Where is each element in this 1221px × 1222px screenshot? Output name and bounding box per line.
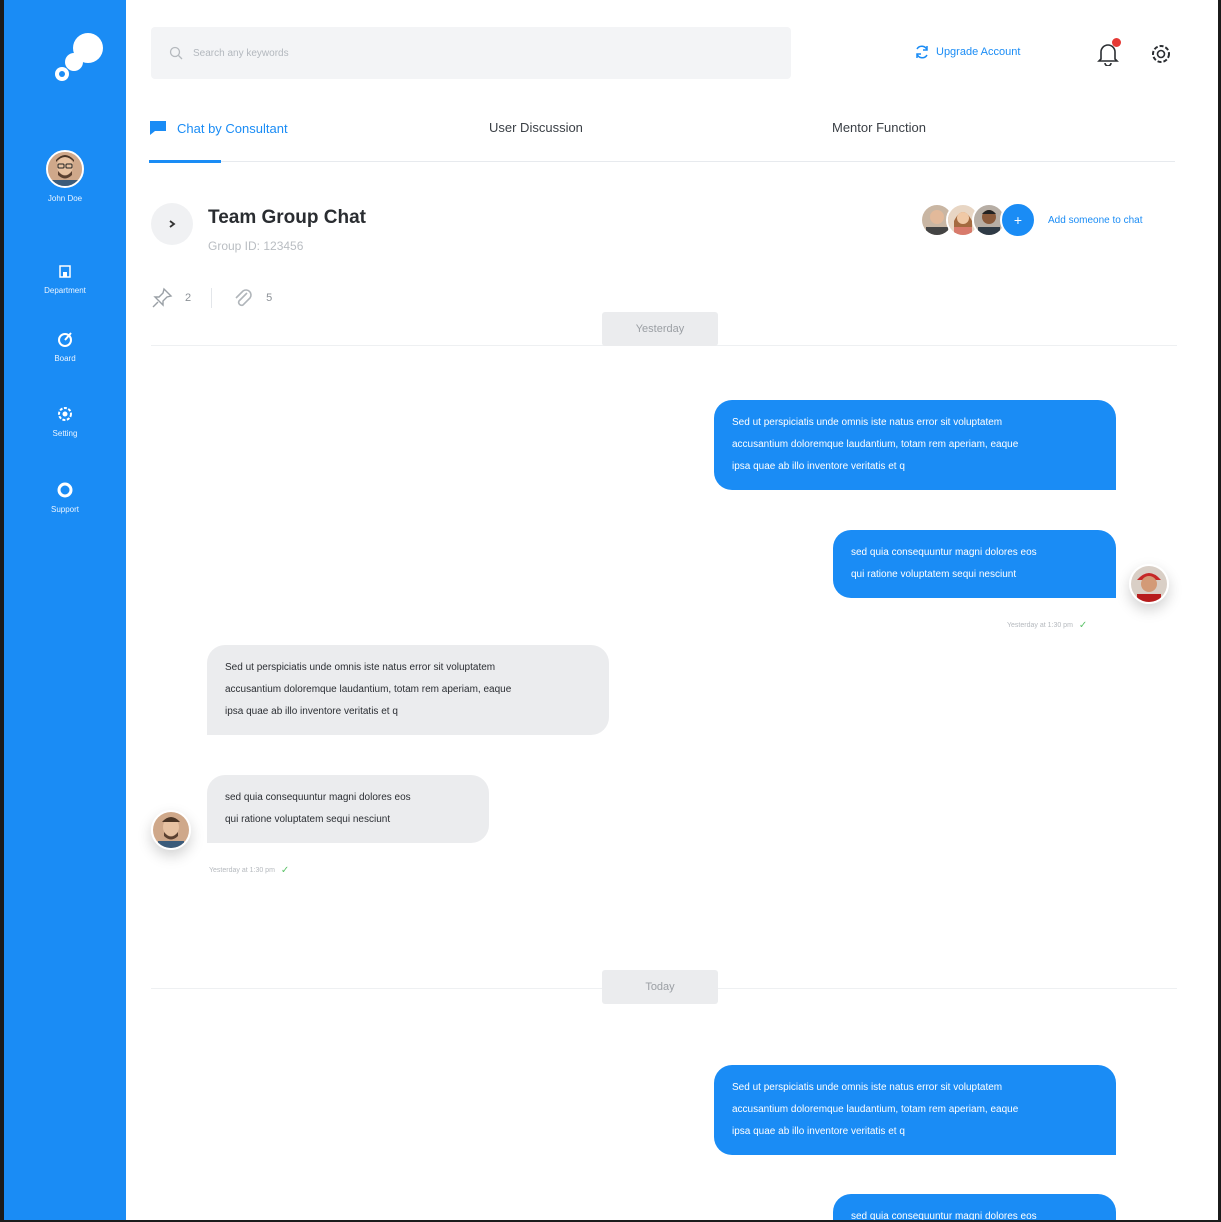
sidebar-item-department[interactable]: Department — [4, 262, 126, 295]
tab-label: Chat by Consultant — [177, 120, 288, 136]
message-line: accusantium doloremque laudantium, totam… — [732, 1104, 1019, 1115]
tab-mentor-function[interactable]: Mentor Function — [832, 120, 926, 135]
message-bubble-outgoing[interactable]: sed quia consequuntur magni dolores eos … — [833, 530, 1116, 598]
search-input[interactable] — [193, 41, 753, 65]
message-line: sed quia consequuntur magni dolores eos — [851, 1211, 1037, 1220]
active-tab-indicator — [149, 160, 221, 163]
paperclip-icon[interactable] — [232, 287, 254, 309]
avatar[interactable] — [46, 150, 84, 188]
building-icon — [59, 265, 71, 278]
expand-button[interactable] — [151, 203, 193, 245]
support-icon — [57, 482, 73, 498]
sidebar-item-board[interactable]: Board — [4, 330, 126, 363]
message-timestamp: Yesterday at 1:30 pm ✓ — [209, 865, 290, 876]
message-line: qui ratione voluptatem sequi nesciunt — [225, 814, 391, 825]
message-line: ipsa quae ab illo inventore veritatis et… — [732, 461, 905, 472]
tab-chat-by-consultant[interactable]: Chat by Consultant — [149, 120, 288, 136]
sidebar-item-support[interactable]: Support — [4, 481, 126, 514]
message-line: ipsa quae ab illo inventore veritatis et… — [732, 1126, 905, 1137]
message-line: accusantium doloremque laudantium, totam… — [732, 439, 1019, 450]
message-bubble-incoming[interactable]: sed quia consequuntur magni dolores eos … — [207, 775, 489, 843]
sidebar-item-label: Department — [44, 286, 86, 295]
message-line: Sed ut perspiciatis unde omnis iste natu… — [732, 417, 1003, 428]
message-line: Sed ut perspiciatis unde omnis iste natu… — [225, 662, 496, 673]
read-check-icon: ✓ — [280, 865, 290, 876]
message-bubble-outgoing[interactable]: Sed ut perspiciatis unde omnis iste natu… — [714, 400, 1116, 490]
chat-meta: 2 5 — [151, 287, 272, 309]
add-someone-link[interactable]: Add someone to chat — [1048, 215, 1143, 226]
user-name: John Doe — [47, 194, 83, 203]
sidebar-profile[interactable]: John Doe — [4, 150, 126, 203]
chat-icon — [150, 121, 166, 135]
message-bubble-outgoing[interactable]: Sed ut perspiciatis unde omnis iste natu… — [714, 1065, 1116, 1155]
message-timestamp: Yesterday at 1:30 pm ✓ — [1007, 620, 1088, 631]
message-bubble-incoming[interactable]: Sed ut perspiciatis unde omnis iste natu… — [207, 645, 609, 735]
chat-title: Team Group Chat — [208, 207, 366, 228]
message-line: accusantium doloremque laudantium, totam… — [225, 684, 512, 695]
chevron-right-icon — [169, 220, 176, 228]
tab-bar: Chat by Consultant User Discussion Mento… — [149, 110, 1175, 163]
group-id: Group ID: 123456 — [208, 239, 304, 253]
gear-icon — [58, 407, 72, 421]
app-window: John Doe Department Board Setting Suppor… — [4, 0, 1218, 1220]
message-line: sed quia consequuntur magni dolores eos — [225, 792, 411, 803]
tab-label: User Discussion — [489, 120, 583, 135]
search-bar[interactable] — [151, 27, 791, 79]
read-check-icon: ✓ — [1078, 620, 1088, 631]
add-member-button[interactable]: + — [1000, 202, 1036, 238]
upgrade-label: Upgrade Account — [936, 46, 1021, 58]
pin-icon[interactable] — [151, 287, 173, 309]
date-divider-today: Today — [602, 970, 718, 1004]
message-line: sed quia consequuntur magni dolores eos — [851, 547, 1037, 558]
notification-button[interactable] — [1097, 38, 1121, 67]
sidebar: John Doe Department Board Setting Suppor… — [4, 0, 126, 1220]
message-line: Sed ut perspiciatis unde omnis iste natu… — [732, 1082, 1003, 1093]
message-bubble-outgoing[interactable]: sed quia consequuntur magni dolores eos — [833, 1194, 1116, 1220]
avatar[interactable] — [1129, 564, 1169, 604]
chat-members: + Add someone to chat — [920, 200, 1143, 240]
message-line: qui ratione voluptatem sequi nesciunt — [851, 569, 1017, 580]
settings-gear-icon[interactable] — [1150, 43, 1172, 65]
sidebar-item-setting[interactable]: Setting — [4, 405, 126, 438]
sidebar-item-label: Setting — [52, 429, 78, 438]
notification-badge — [1112, 38, 1121, 47]
pinned-count: 2 — [185, 292, 192, 304]
divider — [211, 288, 213, 308]
attachment-count: 5 — [266, 292, 273, 304]
search-icon — [169, 46, 183, 60]
tab-label: Mentor Function — [832, 120, 926, 135]
sidebar-item-label: Support — [50, 505, 80, 514]
board-icon — [58, 332, 72, 347]
avatar[interactable] — [151, 810, 191, 850]
app-logo[interactable] — [52, 30, 108, 86]
refresh-icon — [916, 45, 928, 59]
sidebar-item-label: Board — [54, 354, 76, 363]
date-divider-yesterday: Yesterday — [602, 312, 718, 346]
tab-user-discussion[interactable]: User Discussion — [489, 120, 583, 135]
message-line: ipsa quae ab illo inventore veritatis et… — [225, 706, 398, 717]
upgrade-account-button[interactable]: Upgrade Account — [914, 44, 1020, 60]
